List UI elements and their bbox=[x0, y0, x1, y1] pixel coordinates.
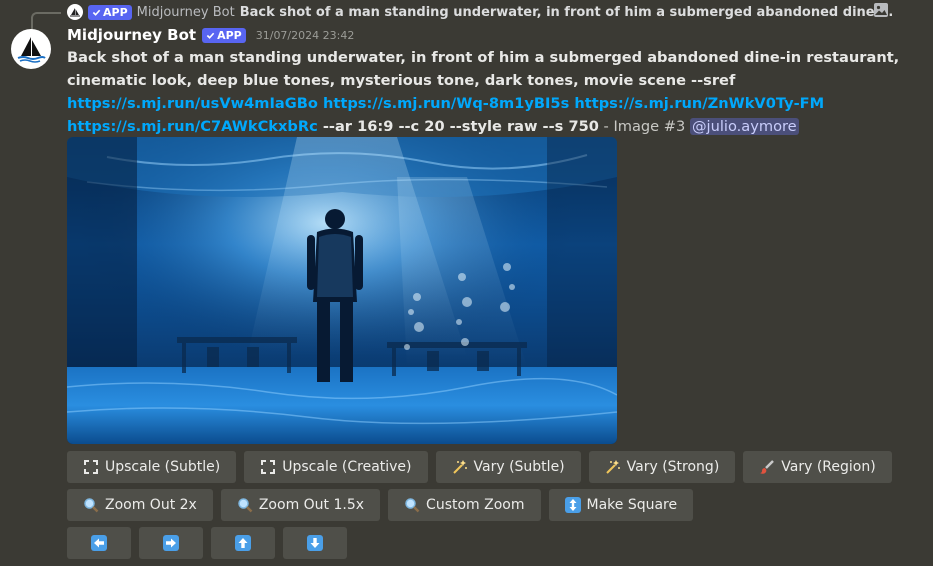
make-square-button[interactable]: Make Square bbox=[548, 489, 694, 521]
reply-badge-label: APP bbox=[103, 5, 128, 19]
magnifier-icon bbox=[405, 498, 420, 513]
magnifier-icon bbox=[238, 498, 253, 513]
reply-text[interactable]: Back shot of a man standing underwater, … bbox=[240, 5, 897, 20]
arrow-up-icon bbox=[235, 535, 251, 551]
avatar[interactable] bbox=[11, 29, 51, 69]
make-square-label: Make Square bbox=[586, 497, 678, 513]
button-row-3 bbox=[67, 527, 347, 559]
timestamp[interactable]: 31/07/2024 23:42 bbox=[256, 29, 355, 42]
custom-zoom-label: Custom Zoom bbox=[426, 497, 525, 513]
user-mention[interactable]: @julio.aymore bbox=[689, 118, 799, 135]
button-row-2: Zoom Out 2x Zoom Out 1.5x Custom Zoom Ma… bbox=[67, 489, 694, 521]
vary-subtle-label: Vary (Subtle) bbox=[473, 459, 565, 475]
sref-link-3[interactable]: https://s.mj.run/ZnWkV0Ty-FM bbox=[574, 95, 824, 112]
zoom-out-1-5x-button[interactable]: Zoom Out 1.5x bbox=[220, 489, 381, 521]
sref-link-2[interactable]: https://s.mj.run/Wq-8m1yBI5s bbox=[323, 95, 569, 112]
vary-region-button[interactable]: Vary (Region) bbox=[743, 451, 892, 483]
button-row-1: Upscale (Subtle) Upscale (Creative) Vary… bbox=[67, 451, 892, 483]
reply-app-badge: APP bbox=[88, 4, 132, 20]
message-header: Midjourney Bot APP 31/07/2024 23:42 bbox=[67, 26, 354, 44]
upscale-creative-button[interactable]: Upscale (Creative) bbox=[244, 451, 428, 483]
arrow-right-icon bbox=[163, 535, 179, 551]
custom-zoom-button[interactable]: Custom Zoom bbox=[388, 489, 541, 521]
app-badge: APP bbox=[202, 27, 246, 43]
sref-link-1[interactable]: https://s.mj.run/usVw4mIaGBo bbox=[67, 95, 318, 112]
pan-down-button[interactable] bbox=[283, 527, 347, 559]
pan-left-button[interactable] bbox=[67, 527, 131, 559]
check-icon bbox=[206, 32, 215, 39]
pan-up-button[interactable] bbox=[211, 527, 275, 559]
expand-icon bbox=[84, 460, 98, 474]
upscale-subtle-label: Upscale (Subtle) bbox=[105, 459, 221, 475]
paintbrush-icon bbox=[760, 460, 775, 474]
underwater-scene-image bbox=[67, 137, 617, 444]
vary-region-label: Vary (Region) bbox=[781, 459, 876, 475]
upscale-creative-label: Upscale (Creative) bbox=[282, 459, 412, 475]
message-content: Back shot of a man standing underwater, … bbox=[67, 46, 902, 138]
vary-strong-label: Vary (Strong) bbox=[626, 459, 720, 475]
prompt-text: Back shot of a man standing underwater, … bbox=[67, 49, 900, 89]
zoom-out-1-5x-label: Zoom Out 1.5x bbox=[258, 497, 365, 513]
vary-strong-button[interactable]: Vary (Strong) bbox=[588, 451, 736, 483]
generated-image[interactable] bbox=[67, 137, 617, 444]
check-icon bbox=[92, 9, 101, 16]
prompt-params: --ar 16:9 --c 20 --style raw --s 750 bbox=[322, 118, 599, 135]
magic-wand-icon bbox=[605, 460, 620, 474]
up-down-arrow-icon bbox=[564, 497, 581, 513]
reply-avatar bbox=[67, 4, 83, 20]
image-label: - Image #3 bbox=[598, 118, 690, 135]
app-badge-label: APP bbox=[217, 28, 242, 42]
arrow-left-icon bbox=[91, 535, 107, 551]
reply-preview[interactable]: APP Midjourney Bot Back shot of a man st… bbox=[67, 3, 897, 21]
expand-icon bbox=[261, 460, 276, 474]
username[interactable]: Midjourney Bot bbox=[67, 26, 196, 44]
reply-connector bbox=[31, 12, 61, 30]
magnifier-icon bbox=[84, 498, 99, 513]
pan-right-button[interactable] bbox=[139, 527, 203, 559]
zoom-out-2x-label: Zoom Out 2x bbox=[105, 497, 197, 513]
upscale-subtle-button[interactable]: Upscale (Subtle) bbox=[67, 451, 237, 483]
sailboat-icon bbox=[17, 37, 46, 63]
reply-username[interactable]: Midjourney Bot bbox=[137, 5, 235, 20]
magic-wand-icon bbox=[452, 460, 467, 474]
image-icon bbox=[874, 3, 888, 17]
sref-link-4[interactable]: https://s.mj.run/C7AWkCkxbRc bbox=[67, 118, 318, 135]
zoom-out-2x-button[interactable]: Zoom Out 2x bbox=[67, 489, 213, 521]
vary-subtle-button[interactable]: Vary (Subtle) bbox=[435, 451, 581, 483]
arrow-down-icon bbox=[307, 535, 323, 551]
